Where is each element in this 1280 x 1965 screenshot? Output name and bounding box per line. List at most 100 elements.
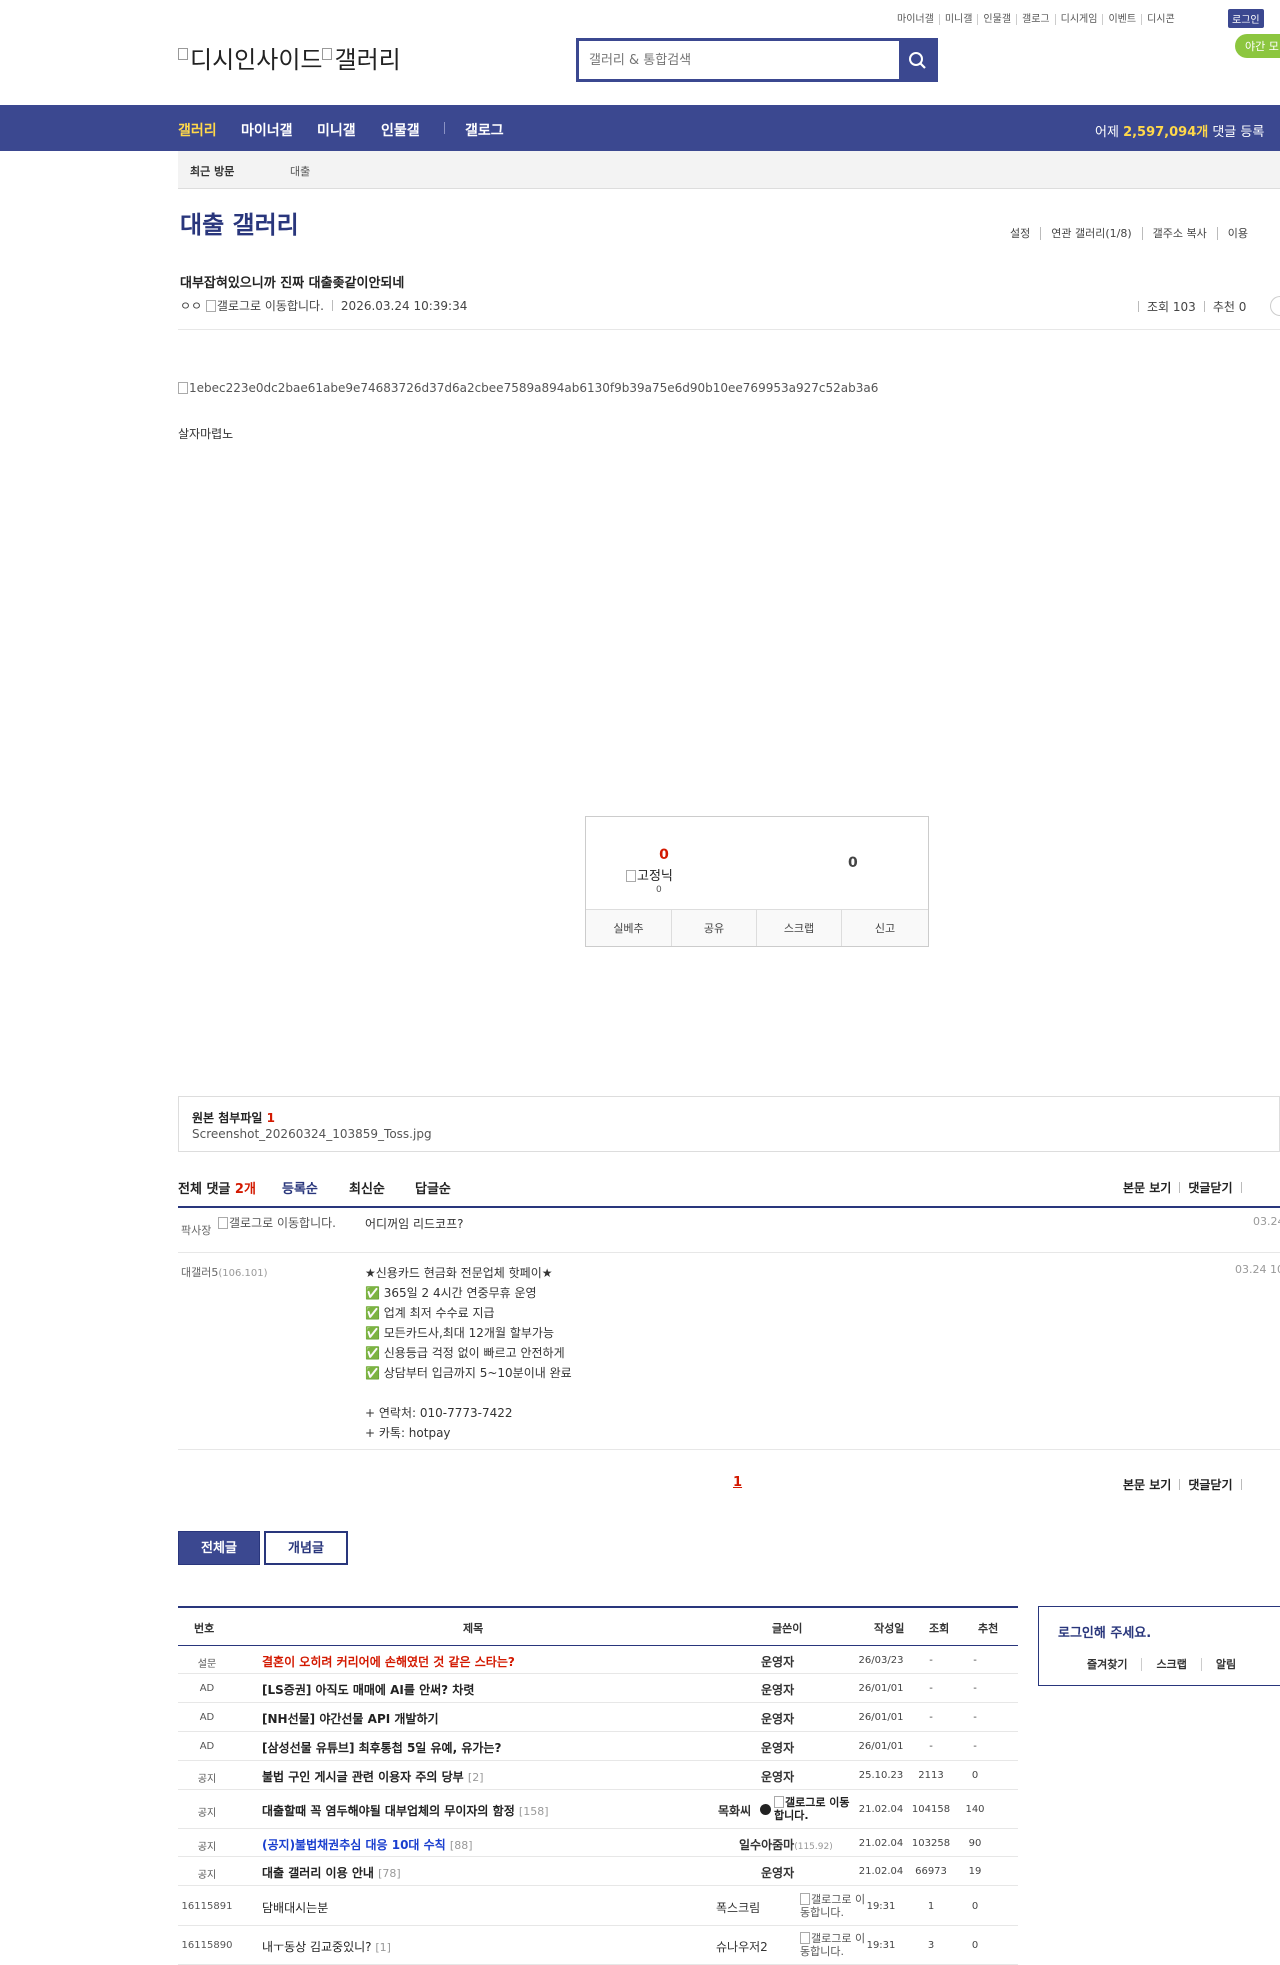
close-comments-button[interactable]: 댓글닫기 xyxy=(1188,1181,1232,1195)
top-link-gallog[interactable]: 갤로그 xyxy=(1016,14,1055,25)
row-reply-count[interactable]: [158] xyxy=(519,1805,549,1818)
row-writer[interactable]: 운영자 xyxy=(761,1710,794,1727)
row-writer[interactable]: 목화씨 xyxy=(718,1802,751,1819)
table-row[interactable]: 공지 대출 갤러리 이용 안내 [78] 운영자 21.02.04 66973 19 xyxy=(178,1857,1018,1886)
comment-stat: 어제 2,597,094개 댓글 등록 xyxy=(1095,121,1264,140)
row-title[interactable]: 대출할때 꼭 염두해야될 대부업체의 무이자의 함정 [158] xyxy=(262,1802,549,1819)
sort-by-latest[interactable]: 최신순 xyxy=(349,1178,385,1197)
row-reco: - xyxy=(973,1683,977,1694)
row-number: AD xyxy=(199,1741,215,1752)
concept-posts-button[interactable]: 개념글 xyxy=(264,1531,348,1565)
top-link-minor-gallery[interactable]: 마이너갤 xyxy=(892,14,939,25)
scrap-link[interactable]: 스크랩 xyxy=(1141,1658,1201,1671)
fixed-nick-recommend[interactable]: 고정닉 xyxy=(626,865,673,884)
comment-stat-suffix: 댓글 등록 xyxy=(1208,125,1265,140)
scrap-button[interactable]: 스크랩 xyxy=(756,910,841,946)
view-body-button[interactable]: 본문 보기 xyxy=(1123,1478,1171,1492)
notification-link[interactable]: 알림 xyxy=(1200,1658,1251,1671)
row-title[interactable]: 결혼이 오히려 커리어에 손해였던 것 같은 스타는? xyxy=(262,1653,515,1670)
row-title[interactable]: [NH선물] 야간선물 API 개발하기 xyxy=(262,1710,439,1727)
search-input[interactable] xyxy=(579,41,897,79)
gallery-usage-link[interactable]: 이용 xyxy=(1216,227,1258,240)
row-writer[interactable]: 운영자 xyxy=(761,1768,794,1785)
row-reply-count[interactable]: [78] xyxy=(378,1867,401,1880)
comment-total-label: 전체 댓글 xyxy=(178,1182,231,1197)
row-title[interactable]: 담배대시는분 xyxy=(262,1899,328,1916)
row-title[interactable]: [삼성선물 유튜브] 최후통첩 5일 유예, 유가는? xyxy=(262,1739,501,1756)
row-reco: - xyxy=(973,1655,977,1666)
table-row[interactable]: AD [LS증권] 아직도 매매에 AI를 안써? 차렷 운영자 26/01/01 -… xyxy=(178,1674,1018,1703)
table-row[interactable]: AD [삼성선물 유튜브] 최후통첩 5일 유예, 유가는? 운영자 26/01/0… xyxy=(178,1732,1018,1761)
row-writer[interactable]: 슈나우저2 xyxy=(716,1938,768,1955)
divider xyxy=(1179,1479,1181,1490)
login-button[interactable]: 로그인 xyxy=(1228,9,1264,28)
row-number: AD xyxy=(199,1683,215,1694)
night-mode-button[interactable]: 야간 모 xyxy=(1235,34,1280,58)
row-writer-gallog[interactable]: 갤로그로 이동합니다. xyxy=(774,1796,850,1822)
favorites-link[interactable]: 즐겨찾기 xyxy=(1087,1658,1141,1671)
report-button[interactable]: 신고 xyxy=(841,910,928,946)
close-comments-button[interactable]: 댓글닫기 xyxy=(1188,1478,1232,1492)
table-row[interactable]: 공지 불법 구인 게시글 관련 이용자 주의 당부 [2] 운영자 25.10.23 2… xyxy=(178,1761,1018,1790)
gallery-title[interactable]: 대출 갤러리 xyxy=(180,205,299,240)
top-link-dc-con[interactable]: 디시콘 xyxy=(1141,14,1180,25)
col-title: 제목 xyxy=(463,1622,484,1635)
row-reply-count[interactable]: [88] xyxy=(450,1839,473,1852)
gallog-icon[interactable] xyxy=(205,300,216,312)
nav-item-mini-gallery[interactable]: 미니갤 xyxy=(317,120,356,140)
comment-nick[interactable]: 대갤러5(106.101) xyxy=(181,1264,268,1280)
search-button[interactable] xyxy=(899,41,935,79)
row-title[interactable]: 내ㅜ동상 김교중있니? [1] xyxy=(262,1938,391,1955)
comment-gallog[interactable]: 갤로그로 이동합니다. xyxy=(218,1217,338,1230)
all-posts-button[interactable]: 전체글 xyxy=(178,1531,260,1565)
recent-visit-gallery[interactable]: 대출 xyxy=(290,163,310,179)
table-row[interactable]: AD [NH선물] 야간선물 API 개발하기 운영자 26/01/01 - - xyxy=(178,1703,1018,1732)
table-row[interactable]: 16115891 담배대시는분 폭스크림 갤로그로 이동합니다. 19:31 1 0 xyxy=(178,1886,1018,1926)
real-best-button[interactable]: 실베추 xyxy=(586,910,671,946)
nav-item-gallog[interactable]: 갤로그 xyxy=(465,120,504,140)
top-link-person-gallery[interactable]: 인물갤 xyxy=(977,14,1017,25)
comment-page-1[interactable]: 1 xyxy=(733,1475,742,1490)
row-writer[interactable]: 일수아줌마(115.92) xyxy=(739,1836,833,1853)
sort-by-replies[interactable]: 답글순 xyxy=(415,1178,451,1197)
share-button[interactable]: 공유 xyxy=(671,910,756,946)
nav-item-minor-gallery[interactable]: 마이너갤 xyxy=(241,120,293,140)
table-row[interactable]: 설문 결혼이 오히려 커리어에 손해였던 것 같은 스타는? 운영자 26/03/2… xyxy=(178,1646,1018,1674)
row-writer[interactable]: 운영자 xyxy=(761,1681,794,1698)
table-row[interactable]: 공지 (공지)불법채권추심 대응 10대 수칙 [88] 일수아줌마(115.92)… xyxy=(178,1829,1018,1857)
row-title[interactable]: [LS증권] 아직도 매매에 AI를 안써? 차렷 xyxy=(262,1681,474,1698)
gallog-alt-text[interactable]: 갤로그로 이동합니다. xyxy=(217,299,324,313)
row-title[interactable]: (공지)불법채권추심 대응 10대 수칙 [88] xyxy=(262,1836,473,1853)
view-body-button[interactable]: 본문 보기 xyxy=(1123,1181,1171,1195)
row-title[interactable]: 대출 갤러리 이용 안내 [78] xyxy=(262,1864,401,1881)
top-link-dc-game[interactable]: 디시게임 xyxy=(1054,14,1103,25)
table-row[interactable]: 공지 대출할때 꼭 염두해야될 대부업체의 무이자의 함정 [158] 목화씨 갤로그… xyxy=(178,1790,1018,1829)
recent-visit-label[interactable]: 최근 방문 xyxy=(190,163,234,179)
row-writer[interactable]: 운영자 xyxy=(761,1739,794,1756)
row-reply-count[interactable]: [2] xyxy=(468,1771,484,1784)
gallery-settings-link[interactable]: 설정 xyxy=(1000,227,1040,240)
table-row[interactable]: 16115890 내ㅜ동상 김교중있니? [1] 슈나우저2 갤로그로 이동합니다. 1… xyxy=(178,1926,1018,1965)
comment-date: 03.24 10 xyxy=(1235,1263,1280,1276)
top-link-event[interactable]: 이벤트 xyxy=(1102,14,1142,25)
post-image[interactable]: 1ebec223e0dc2bae61abe9e74683726d37d6a2cb… xyxy=(178,381,878,395)
row-number: 16115890 xyxy=(181,1940,233,1951)
top-link-mini-gallery[interactable]: 미니갤 xyxy=(938,14,978,25)
copy-gallery-url-link[interactable]: 갤주소 복사 xyxy=(1141,227,1217,240)
row-writer[interactable]: 운영자 xyxy=(761,1864,794,1881)
row-title[interactable]: 불법 구인 게시글 관련 이용자 주의 당부 [2] xyxy=(262,1768,484,1785)
comment-nick[interactable]: 팍사장 xyxy=(181,1222,211,1238)
post-comment-button[interactable] xyxy=(1270,296,1280,316)
login-prompt[interactable]: 로그인해 주세요. xyxy=(1058,1622,1151,1641)
post-author[interactable]: ㅇㅇ xyxy=(180,299,202,313)
comment-header: 전체 댓글 2개 등록순 최신순 답글순 본문 보기 댓글닫기 xyxy=(178,1175,1280,1208)
site-logo[interactable]: 디시인사이드 갤러리 xyxy=(178,40,401,75)
related-gallery-link[interactable]: 연관 갤러리(1/8) xyxy=(1040,227,1142,240)
row-writer[interactable]: 폭스크림 xyxy=(716,1899,760,1916)
nav-item-person-gallery[interactable]: 인물갤 xyxy=(381,120,420,140)
row-reply-count[interactable]: [1] xyxy=(375,1941,391,1954)
sort-by-registered[interactable]: 등록순 xyxy=(282,1178,318,1197)
nav-item-gallery[interactable]: 갤러리 xyxy=(178,120,217,140)
attachment-file-link[interactable]: Screenshot_20260324_103859_Toss.jpg xyxy=(192,1127,432,1141)
row-writer[interactable]: 운영자 xyxy=(761,1653,794,1670)
